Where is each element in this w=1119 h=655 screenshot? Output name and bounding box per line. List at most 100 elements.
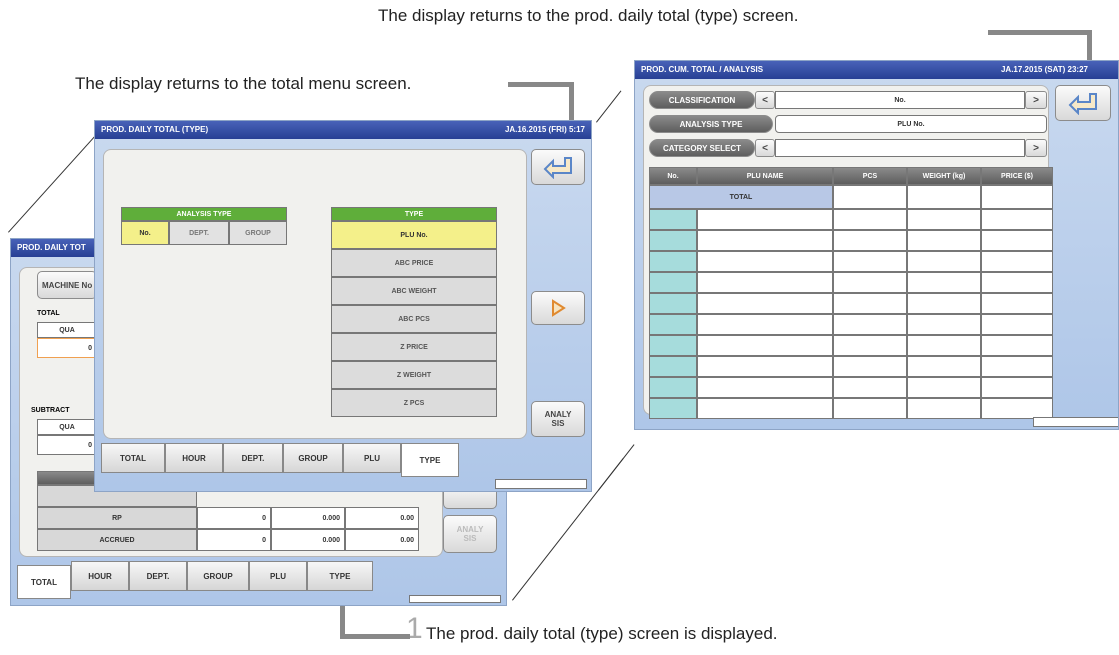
return-arrow-icon — [543, 157, 572, 179]
middle-titlebar: PROD. DAILY TOTAL (TYPE) JA.16.2015 (FRI… — [95, 121, 591, 139]
right-status-box — [1033, 417, 1118, 427]
rp-price: 0.00 — [345, 507, 419, 529]
table-cell — [981, 251, 1053, 272]
accrued-pcs: 0 — [197, 529, 271, 551]
table-cell — [833, 251, 907, 272]
col-price: PRICE ($) — [981, 167, 1053, 185]
machine-no-field[interactable]: MACHINE No — [37, 271, 97, 299]
type-header: TYPE — [331, 207, 497, 221]
category-value — [775, 139, 1025, 157]
table-cell — [649, 230, 697, 251]
table-cell — [649, 293, 697, 314]
total-qua-value: 0 — [37, 338, 97, 358]
step-number: 1 — [406, 612, 423, 645]
classification-next[interactable]: > — [1025, 91, 1047, 109]
table-cell — [833, 314, 907, 335]
total-row-pcs — [833, 185, 907, 209]
middle-tab-dept[interactable]: DEPT. — [223, 443, 283, 473]
analysis-group[interactable]: GROUP — [229, 221, 287, 245]
middle-next-button[interactable] — [531, 291, 585, 325]
table-cell — [649, 314, 697, 335]
classification-prev[interactable]: < — [755, 91, 775, 109]
middle-tab-group[interactable]: GROUP — [283, 443, 343, 473]
middle-back-button[interactable] — [531, 149, 585, 185]
table-cell — [697, 272, 833, 293]
caption-bottom: The prod. daily total (type) screen is d… — [426, 624, 778, 643]
middle-tab-plu[interactable]: PLU — [343, 443, 401, 473]
middle-status-box — [495, 479, 587, 489]
classification-label: CLASSIFICATION — [649, 91, 755, 109]
table-cell — [907, 314, 981, 335]
zoom-line-1 — [8, 127, 103, 233]
type-abc-price[interactable]: ABC PRICE — [331, 249, 497, 277]
back-tab-dept[interactable]: DEPT. — [129, 561, 187, 591]
col-plu-name: PLU NAME — [697, 167, 833, 185]
rp-pcs: 0 — [197, 507, 271, 529]
table-cell — [649, 356, 697, 377]
right-back-button[interactable] — [1055, 85, 1111, 121]
col-weight: WEIGHT (kg) — [907, 167, 981, 185]
table-cell — [981, 272, 1053, 293]
back-status-box — [409, 595, 501, 603]
back-tab-type[interactable]: TYPE — [307, 561, 373, 591]
callout-line-top — [988, 30, 1092, 35]
callout-line-left — [508, 82, 574, 87]
callout-line-bottom — [340, 634, 410, 639]
table-cell — [697, 356, 833, 377]
table-cell — [697, 398, 833, 419]
middle-tab-total[interactable]: TOTAL — [101, 443, 165, 473]
table-cell — [833, 209, 907, 230]
table-cell — [907, 356, 981, 377]
back-tab-total[interactable]: TOTAL — [17, 565, 71, 599]
back-tab-plu[interactable]: PLU — [249, 561, 307, 591]
right-screen: PROD. CUM. TOTAL / ANALYSIS JA.17.2015 (… — [634, 60, 1119, 430]
table-cell — [697, 251, 833, 272]
back-tab-hour[interactable]: HOUR — [71, 561, 129, 591]
table-cell — [907, 293, 981, 314]
table-cell — [649, 398, 697, 419]
table-cell — [981, 377, 1053, 398]
rp-label: RP — [37, 507, 197, 529]
category-next[interactable]: > — [1025, 139, 1047, 157]
back-tab-group[interactable]: GROUP — [187, 561, 249, 591]
table-cell — [833, 272, 907, 293]
middle-screen: PROD. DAILY TOTAL (TYPE) JA.16.2015 (FRI… — [94, 120, 592, 492]
table-cell — [697, 335, 833, 356]
table-cell — [833, 356, 907, 377]
total-row-label: TOTAL — [649, 185, 833, 209]
table-cell — [907, 398, 981, 419]
middle-analysis-button[interactable]: ANALY SIS — [531, 401, 585, 437]
analysis-dept[interactable]: DEPT. — [169, 221, 229, 245]
type-z-price[interactable]: Z PRICE — [331, 333, 497, 361]
type-z-pcs[interactable]: Z PCS — [331, 389, 497, 417]
type-abc-weight[interactable]: ABC WEIGHT — [331, 277, 497, 305]
back-analysis-button[interactable]: ANALY SIS — [443, 515, 497, 553]
table-cell — [981, 293, 1053, 314]
caption-left: The display returns to the total menu sc… — [75, 74, 412, 93]
category-prev[interactable]: < — [755, 139, 775, 157]
middle-tab-type[interactable]: TYPE — [401, 443, 459, 477]
type-plu-no[interactable]: PLU No. — [331, 221, 497, 249]
middle-date: JA.16.2015 (FRI) 5:17 — [504, 125, 585, 134]
col-no: No. — [649, 167, 697, 185]
right-title: PROD. CUM. TOTAL / ANALYSIS — [641, 65, 764, 74]
table-cell — [981, 335, 1053, 356]
table-cell — [833, 293, 907, 314]
table-cell — [833, 377, 907, 398]
table-cell — [907, 272, 981, 293]
table-cell — [907, 251, 981, 272]
table-cell — [697, 314, 833, 335]
subtract-qua-value: 0 — [37, 435, 97, 455]
analysis-no[interactable]: No. — [121, 221, 169, 245]
category-select-label: CATEGORY SELECT — [649, 139, 755, 157]
type-z-weight[interactable]: Z WEIGHT — [331, 361, 497, 389]
col-pcs: PCS — [833, 167, 907, 185]
table-cell — [907, 335, 981, 356]
type-abc-pcs[interactable]: ABC PCS — [331, 305, 497, 333]
right-titlebar: PROD. CUM. TOTAL / ANALYSIS JA.17.2015 (… — [635, 61, 1118, 79]
accrued-label: ACCRUED — [37, 529, 197, 551]
middle-tab-hour[interactable]: HOUR — [165, 443, 223, 473]
table-cell — [981, 209, 1053, 230]
table-cell — [649, 209, 697, 230]
middle-title: PROD. DAILY TOTAL (TYPE) — [101, 125, 209, 134]
